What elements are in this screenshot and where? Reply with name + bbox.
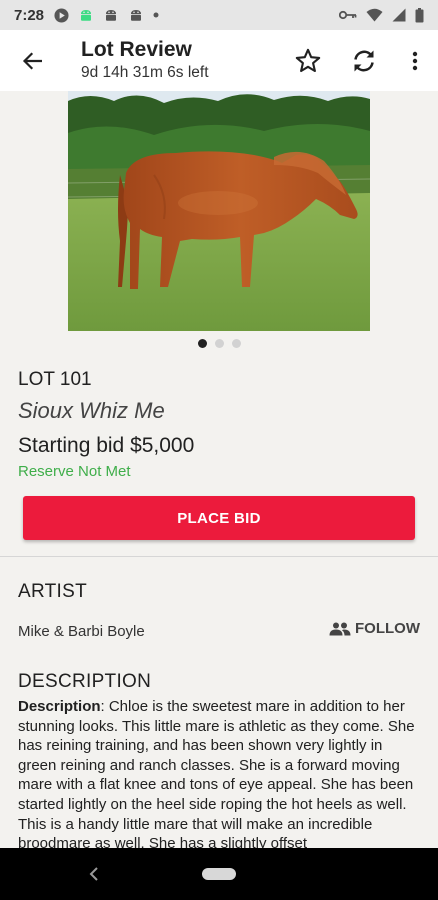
android-icon bbox=[128, 8, 144, 23]
lot-number: LOT 101 bbox=[18, 369, 92, 390]
chevron-left-icon bbox=[89, 867, 98, 881]
status-bar: 7:28 bbox=[0, 0, 438, 30]
section-divider bbox=[0, 556, 438, 557]
pager-dot[interactable] bbox=[214, 339, 224, 348]
follow-button[interactable]: FOLLOW bbox=[329, 620, 420, 637]
nav-home-button[interactable] bbox=[202, 868, 236, 880]
page-title: Lot Review bbox=[81, 37, 192, 61]
battery-icon bbox=[415, 7, 424, 23]
reserve-status: Reserve Not Met bbox=[18, 463, 131, 480]
description-heading: DESCRIPTION bbox=[18, 671, 152, 692]
more-vert-icon bbox=[412, 51, 418, 70]
app-bar: Lot Review 9d 14h 31m 6s left bbox=[0, 30, 438, 91]
follow-label: FOLLOW bbox=[355, 620, 420, 637]
pager-dot[interactable] bbox=[197, 339, 207, 348]
notification-dot-icon bbox=[153, 12, 159, 18]
people-icon bbox=[329, 622, 351, 635]
wifi-icon bbox=[366, 8, 383, 22]
status-time: 7:28 bbox=[14, 6, 45, 24]
star-outline-icon bbox=[295, 48, 321, 73]
vpn-key-icon bbox=[339, 10, 357, 20]
more-options-button[interactable] bbox=[392, 33, 438, 89]
refresh-icon bbox=[354, 50, 374, 71]
description-text: : Chloe is the sweetest mare in addition… bbox=[18, 698, 415, 853]
nav-back-button[interactable] bbox=[88, 866, 100, 887]
android-icon bbox=[103, 8, 119, 23]
lot-name: Sioux Whiz Me bbox=[18, 398, 165, 423]
pager-dot[interactable] bbox=[231, 339, 241, 348]
refresh-button[interactable] bbox=[336, 33, 392, 89]
play-store-icon bbox=[54, 7, 69, 23]
artist-name: Mike & Barbi Boyle bbox=[18, 623, 145, 640]
cell-signal-icon bbox=[392, 8, 406, 22]
place-bid-button[interactable]: PLACE BID bbox=[23, 496, 415, 540]
lot-photo[interactable] bbox=[68, 91, 370, 331]
back-arrow-icon bbox=[22, 51, 42, 70]
countdown-timer: 9d 14h 31m 6s left bbox=[81, 63, 209, 81]
description-body: Description: Chloe is the sweetest mare … bbox=[18, 697, 424, 854]
watch-button[interactable] bbox=[280, 33, 336, 89]
artist-heading: ARTIST bbox=[18, 581, 88, 602]
gallery-pager bbox=[0, 339, 438, 348]
android-icon bbox=[78, 8, 94, 23]
description-label: Description bbox=[18, 698, 101, 715]
title-block: Lot Review 9d 14h 31m 6s left bbox=[64, 38, 280, 84]
starting-bid: Starting bid $5,000 bbox=[18, 434, 195, 457]
back-button[interactable] bbox=[0, 30, 64, 91]
